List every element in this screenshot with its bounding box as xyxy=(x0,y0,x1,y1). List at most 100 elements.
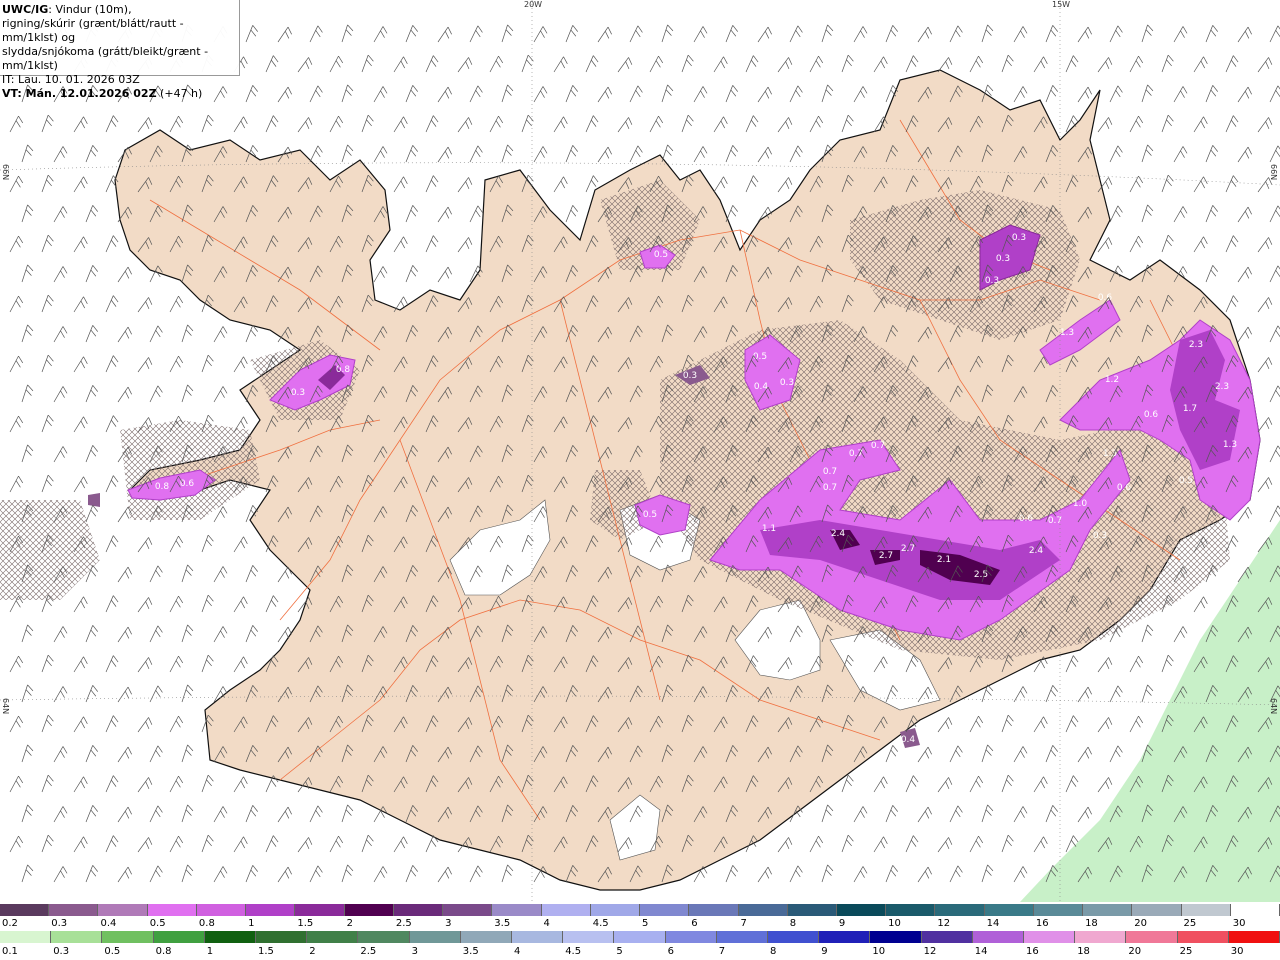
legend-swatch xyxy=(984,904,1034,916)
legend-label: 1.5 xyxy=(297,918,314,929)
legend-label: 16 xyxy=(1035,918,1049,929)
legend-swatch xyxy=(1126,931,1178,943)
snow-color-legend xyxy=(0,904,1280,916)
legend-label: 8 xyxy=(789,918,797,929)
precip-label: 0.8 xyxy=(155,482,170,492)
legend-swatch xyxy=(1177,931,1229,943)
legend-swatch xyxy=(1181,904,1231,916)
legend-label: 7 xyxy=(740,918,747,929)
legend-label: 2 xyxy=(346,918,353,929)
precip-label: 0.5 xyxy=(654,250,668,260)
legend-swatch xyxy=(886,904,936,916)
legend-swatch xyxy=(614,931,666,943)
model-name: UWC/IG xyxy=(2,3,49,16)
map-info-box: UWC/IG: Vindur (10m), rigning/skúrir (gr… xyxy=(0,0,240,100)
precip-label: 0.6 xyxy=(1144,410,1159,420)
precip-label: 0.6 xyxy=(1019,514,1034,524)
legend-swatch xyxy=(512,931,564,943)
info-line-2: rigning/skúrir (grænt/blátt/rautt - mm/1… xyxy=(2,17,184,44)
legend-swatch xyxy=(492,904,542,916)
legend-swatch xyxy=(738,904,788,916)
precip-label: 1.2 xyxy=(1105,375,1119,385)
legend-label: 20 xyxy=(1128,946,1142,957)
legend-swatch xyxy=(541,904,591,916)
legend-swatch xyxy=(590,904,641,916)
legend-swatch xyxy=(768,931,820,943)
legend-swatch xyxy=(49,904,99,916)
legend-swatch xyxy=(870,931,922,943)
legend-label: 12 xyxy=(937,918,951,929)
precip-label: 0.7 xyxy=(871,441,885,451)
legend-swatch xyxy=(972,931,1025,943)
lat-label-left-64n: 64N xyxy=(1,698,10,715)
legend-label: 3.5 xyxy=(494,918,511,929)
lon-label-15w: 15W xyxy=(1052,0,1071,9)
info-line-3: slydda/snjókoma (grátt/bleikt/grænt - mm… xyxy=(2,45,209,72)
precip-label: 0.3 xyxy=(780,378,794,388)
legend-label: 0.3 xyxy=(53,946,70,957)
legend-swatch xyxy=(1033,904,1084,916)
legend-swatch xyxy=(196,904,247,916)
legend-label: 5 xyxy=(616,946,623,957)
precip-label: 0.6 xyxy=(1117,483,1132,493)
legend-label: 3 xyxy=(411,946,418,957)
legend-swatch xyxy=(307,931,359,943)
precip-label: 1.3 xyxy=(1103,449,1117,459)
precip-label: 0.7 xyxy=(823,467,837,477)
legend-swatch xyxy=(147,904,197,916)
legend-swatch xyxy=(1230,904,1280,916)
legend-swatch xyxy=(921,931,973,943)
legend-swatch xyxy=(1075,931,1127,943)
snow-legend-labels: 0.2 0.3 0.4 0.5 0.8 1 1.5 2 2.5 3 3.5 4 4.5 5 6 7 8 9 10 12… xyxy=(0,918,1280,929)
legend-label: 6 xyxy=(667,946,674,957)
legend-swatch xyxy=(246,904,296,916)
lat-label-left-66n: 66N xyxy=(1,164,10,181)
legend-swatch xyxy=(1083,904,1133,916)
legend-label: 14 xyxy=(974,946,988,957)
legend-label: 9 xyxy=(821,946,828,957)
legend-swatch xyxy=(153,931,205,943)
legend-swatch xyxy=(836,904,887,916)
legend-label: 1 xyxy=(248,918,255,929)
precip-label: 0.7 xyxy=(823,483,837,493)
legend-swatch xyxy=(393,904,444,916)
precip-label: 1.7 xyxy=(1183,404,1197,414)
legend-swatch xyxy=(665,931,717,943)
legend-swatch xyxy=(344,904,394,916)
precip-label: 1.3 xyxy=(1060,328,1074,338)
legend-label: 10 xyxy=(872,946,886,957)
legend-swatch xyxy=(204,931,257,943)
precip-label: 0.5 xyxy=(753,352,767,362)
legend-label: 4.5 xyxy=(565,946,582,957)
legend-label: 3 xyxy=(445,918,452,929)
precip-label: 1.0 xyxy=(1073,499,1088,509)
legend-swatch xyxy=(640,904,690,916)
info-title: : Vindur (10m), xyxy=(48,3,132,16)
legend-label: 0.5 xyxy=(149,918,166,929)
precip-label: 2.4 xyxy=(831,529,846,539)
legend-label: 12 xyxy=(923,946,937,957)
legend-swatch xyxy=(443,904,493,916)
legend-swatch xyxy=(1024,931,1076,943)
legend-label: 18 xyxy=(1085,918,1098,929)
legend-label: 5 xyxy=(642,918,649,929)
legend-label: 6 xyxy=(691,918,698,929)
legend-label: 3.5 xyxy=(462,946,479,957)
precip-label: 0.5 xyxy=(1179,476,1193,486)
lon-label-20w: 20W xyxy=(524,0,543,9)
legend-swatch xyxy=(0,904,50,916)
legend-label: 30 xyxy=(1232,918,1246,929)
legend-label: 0.4 xyxy=(100,918,117,929)
precip-label: 2.5 xyxy=(974,570,988,580)
legend-swatch xyxy=(935,904,985,916)
precip-label: 0.3 xyxy=(291,388,305,398)
legend-swatch xyxy=(819,931,871,943)
precip-label: 0.3 xyxy=(1012,233,1026,243)
legend-label: 10 xyxy=(888,918,901,929)
precip-label: 2.1 xyxy=(937,555,951,565)
info-line-1: UWC/IG: Vindur (10m), xyxy=(2,3,237,17)
legend-label: 16 xyxy=(1026,946,1039,957)
legend-label: 0.8 xyxy=(155,946,172,957)
rain-color-legend xyxy=(0,931,1280,943)
legend-swatch xyxy=(716,931,769,943)
